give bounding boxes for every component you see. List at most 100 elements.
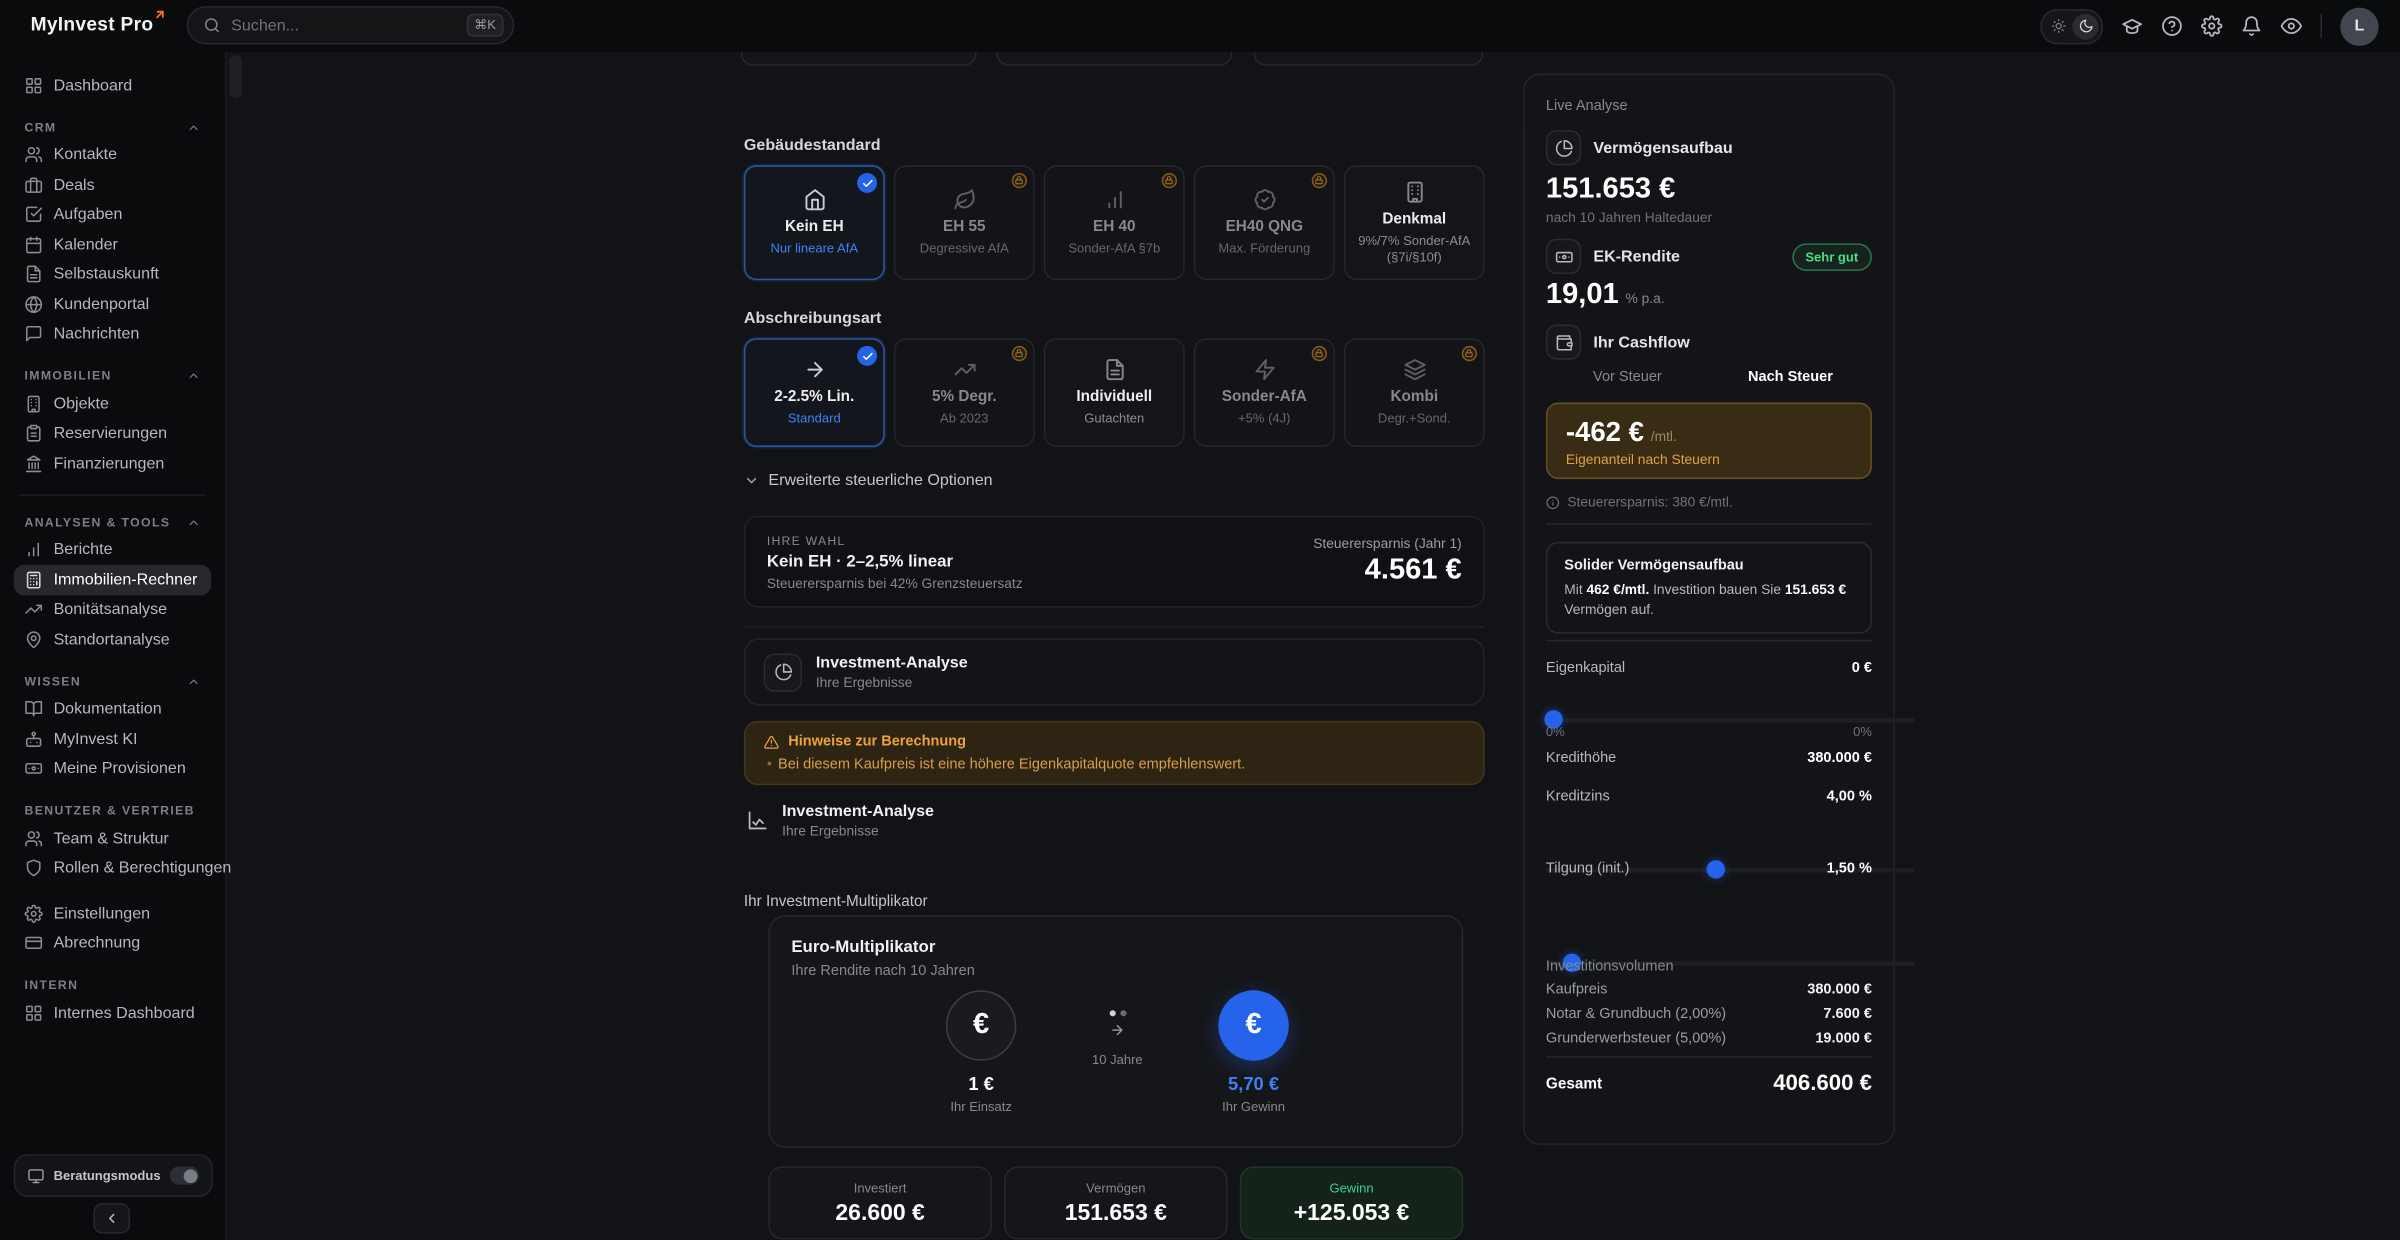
selection-summary-right: Steuerersparnis (Jahr 1) 4.561 € (1313, 536, 1462, 588)
topbar-actions: L (2040, 0, 2378, 52)
sidebar-item-bonitätsanalyse[interactable]: Bonitätsanalyse (14, 595, 211, 625)
option-card-eh40-qng[interactable]: EH40 QNGMax. Förderung (1194, 165, 1335, 280)
slider-label: Kredithöhe (1546, 750, 1616, 767)
topbar: MyInvest Pro ⌘K (0, 0, 2400, 52)
sidebar-item-dokumentation[interactable]: Dokumentation (14, 694, 211, 724)
sidebar-item-aufgaben[interactable]: Aufgaben (14, 200, 211, 230)
option-card-2-2-5-lin[interactable]: 2-2.5% Lin.Standard (744, 338, 885, 447)
sidebar-item-deals[interactable]: Deals (14, 170, 211, 200)
app-logo[interactable]: MyInvest Pro (31, 14, 154, 35)
chevron-up-icon[interactable] (187, 515, 201, 529)
sidebar-item-objekte[interactable]: Objekte (14, 389, 211, 419)
panel-divider (1546, 640, 1872, 642)
bot-icon (24, 730, 42, 748)
selection-eyebrow: IHRE WAHL (767, 533, 1023, 547)
slider-row-kreditzins: Kreditzins4,00 % (1546, 788, 1872, 805)
sidebar-item-internes-dashboard[interactable]: Internes Dashboard (14, 998, 211, 1028)
sidebar-item-label: Kontakte (54, 146, 117, 164)
monitor-icon (28, 1167, 45, 1184)
stat-gewinn: Gewinn+125.053 € (1240, 1166, 1463, 1239)
search-bar[interactable]: ⌘K (187, 6, 515, 44)
option-card-kombi[interactable]: KombiDegr.+Sond. (1344, 338, 1485, 447)
option-card-individuell[interactable]: IndividuellGutachten (1044, 338, 1185, 447)
theme-toggle[interactable] (2040, 8, 2103, 43)
stat-value: 26.600 € (835, 1200, 924, 1226)
info-icon (1546, 495, 1560, 509)
consult-mode-toggle[interactable] (170, 1166, 199, 1184)
euro-output-circle: € (1218, 990, 1288, 1060)
sidebar-item-team-struktur[interactable]: Team & Struktur (14, 823, 211, 853)
landmark-icon (24, 454, 42, 472)
option-card-denkmal[interactable]: Denkmal9%/7% Sonder-AfA (§7i/§10f) (1344, 165, 1485, 280)
tab-vor-steuer[interactable]: Vor Steuer (1546, 369, 1709, 386)
advanced-tax-options-toggle[interactable]: Erweiterte steuerliche Optionen (744, 471, 993, 489)
chevron-down-icon (744, 473, 759, 488)
sidebar-item-standortanalyse[interactable]: Standortanalyse (14, 624, 211, 654)
option-card-eh-40[interactable]: EH 40Sonder-AfA §7b (1044, 165, 1185, 280)
panel-divider (1546, 523, 1872, 525)
banknote-icon (24, 760, 42, 778)
chevron-up-icon[interactable] (187, 369, 201, 383)
search-input[interactable] (231, 16, 466, 34)
tab-nach-steuer[interactable]: Nach Steuer (1709, 369, 1872, 386)
sidebar-item-label: MyInvest KI (54, 730, 138, 748)
sidebar-section-immobilien: IMMOBILIEN (14, 369, 211, 383)
scrolled-card-stub (1254, 52, 1484, 66)
scrolled-card-stub (741, 52, 977, 66)
help-icon[interactable] (2161, 15, 2182, 36)
premium-lock-icon (1012, 346, 1027, 361)
sidebar-item-abrechnung[interactable]: Abrechnung (14, 928, 211, 958)
analysis-title: Investment-Analyse (816, 654, 968, 672)
sidebar-item-dashboard[interactable]: Dashboard (14, 70, 211, 100)
calendar-icon (24, 235, 42, 253)
investment-row-notar-grundbuch-2-00: Notar & Grundbuch (2,00%)7.600 € (1546, 1006, 1872, 1023)
sidebar-item-meine-provisionen[interactable]: Meine Provisionen (14, 754, 211, 784)
sidebar-section-label: BENUTZER & VERTRIEB (24, 804, 194, 818)
academy-icon[interactable] (2121, 15, 2142, 36)
sun-icon[interactable] (2045, 13, 2071, 39)
chevron-up-icon[interactable] (187, 120, 201, 134)
scrollbar-thumb[interactable] (230, 55, 242, 98)
option-card-kein-eh[interactable]: Kein EHNur lineare AfA (744, 165, 885, 280)
calculator-icon (24, 571, 42, 589)
sidebar-item-finanzierungen[interactable]: Finanzierungen (14, 448, 211, 478)
option-card-title: Sonder-AfA (1222, 389, 1307, 407)
chevron-up-icon[interactable] (187, 674, 201, 688)
section-divider (744, 626, 1485, 628)
stat-label: Investiert (854, 1180, 907, 1195)
moon-icon[interactable] (2072, 13, 2098, 39)
preview-eye-icon[interactable] (2281, 15, 2302, 36)
sidebar-item-kontakte[interactable]: Kontakte (14, 140, 211, 170)
settings-icon[interactable] (2201, 15, 2222, 36)
sidebar-item-label: Reservierungen (54, 424, 167, 442)
option-card-title: Kein EH (785, 219, 844, 237)
sidebar-item-kundenportal[interactable]: Kundenportal (14, 289, 211, 319)
sidebar-item-rollen-berechtigungen[interactable]: Rollen & Berechtigungen (14, 853, 211, 883)
sidebar-divider (20, 494, 205, 496)
slider-track-eigenkapital[interactable] (1546, 718, 1915, 723)
cashflow-label: Ihr Cashflow (1593, 333, 1689, 351)
option-card-5-degr[interactable]: 5% Degr.Ab 2023 (894, 338, 1035, 447)
sidebar-item-berichte[interactable]: Berichte (14, 535, 211, 565)
sidebar-item-myinvest-ki[interactable]: MyInvest KI (14, 724, 211, 754)
sidebar-item-label: Standortanalyse (54, 630, 170, 648)
sidebar-item-label: Einstellungen (54, 904, 151, 922)
notifications-icon[interactable] (2241, 15, 2262, 36)
sidebar-item-selbstauskunft[interactable]: Selbstauskunft (14, 259, 211, 289)
sidebar-collapse-button[interactable] (93, 1203, 130, 1234)
pie-chart-icon (1546, 130, 1581, 165)
sidebar-item-einstellungen[interactable]: Einstellungen (14, 898, 211, 928)
app-root: MyInvest Pro ⌘K (0, 0, 2400, 1240)
slider-row-tilgung-init: Tilgung (init.)1,50 % (1546, 860, 1872, 877)
sidebar-item-reservierungen[interactable]: Reservierungen (14, 419, 211, 449)
premium-lock-icon (1162, 173, 1177, 188)
sidebar-item-nachrichten[interactable]: Nachrichten (14, 319, 211, 349)
sidebar-item-kalender[interactable]: Kalender (14, 230, 211, 260)
briefcase-icon (24, 176, 42, 194)
option-card-eh-55[interactable]: EH 55Degressive AfA (894, 165, 1035, 280)
stat-investiert: Investiert 26.600 € (768, 1166, 991, 1239)
sidebar-item-immobilien-rechner[interactable]: Immobilien-Rechner (14, 565, 211, 595)
input-label: Ihr Einsatz (912, 1099, 1050, 1114)
user-avatar[interactable]: L (2340, 7, 2378, 45)
option-card-sonder-afa[interactable]: Sonder-AfA+5% (4J) (1194, 338, 1335, 447)
